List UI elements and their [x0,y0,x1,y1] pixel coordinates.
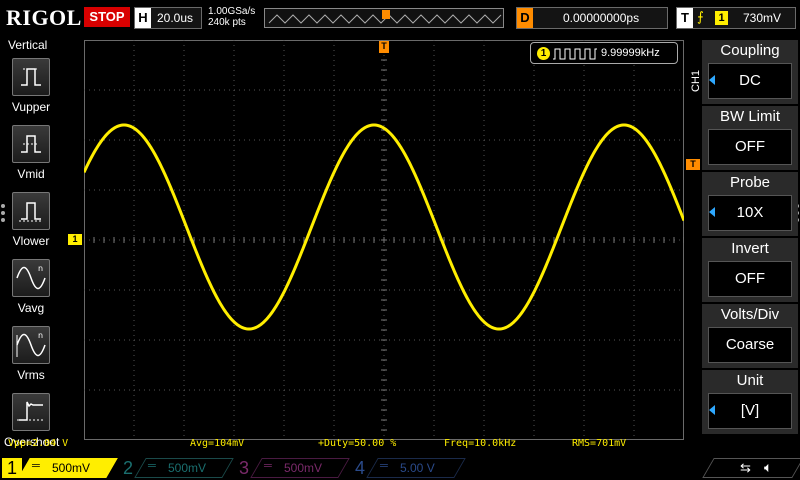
vlower-label: Vlower [12,234,50,248]
horizontal-indicator: H [135,8,151,28]
channel-2-scale: 500mV [168,461,207,475]
measure-vmid-button[interactable]: Vmid [4,123,58,187]
vupper-label: Vupper [11,100,51,114]
channel-1-tab[interactable]: 1 ═ 500mV [2,458,118,478]
unit-title: Unit [736,372,764,389]
channel-4-coupling-icon: ═ [380,460,388,472]
counter-channel-badge: 1 [537,47,550,60]
counter-frequency: 9.99999kHz [601,47,660,59]
ch1-offset-marker[interactable]: 1 [68,234,82,245]
brand-logo: RIGOL [6,5,82,30]
measure-vrms-button[interactable]: n Vrms [4,324,58,388]
probe-title: Probe [729,174,771,191]
vrms-icon: n [12,326,50,364]
coupling-menu-item[interactable]: Coupling DC [702,40,798,104]
memory-position-strip[interactable] [264,8,504,28]
coupling-title: Coupling [720,42,780,59]
trigger-source-badge: 1 [715,11,728,25]
measure-avg: Avg=104mV [190,438,245,449]
usb-icon: ⇆ [740,460,751,475]
square-wave-icon [553,48,597,60]
acquisition-info: 1.00GSa/s 240k pts [208,6,255,28]
vmid-icon [12,125,50,163]
channel-status-bar: 1 ═ 500mV 2 ═ 500mV 3 ═ 500mV 4 ═ 5.00 V… [0,456,800,480]
volts-div-value: Coarse [708,327,792,363]
measure-vavg-button[interactable]: n Vavg [4,257,58,321]
measure-duty: +Duty=50.00 % [318,438,397,449]
sample-rate: 1.00GSa/s [208,6,256,17]
measure-vupper-button[interactable]: Vupper [4,56,58,120]
measure-rms: RMS=701mV [572,438,627,449]
invert-value: OFF [708,261,792,297]
vavg-label: Vavg [17,301,45,315]
channel-tag: CH1 [690,69,702,92]
memory-wave-icon [268,10,502,24]
trigger-position-marker[interactable]: T [379,41,389,53]
bw-limit-title: BW Limit [720,108,780,125]
channel-2-number: 2 [122,458,133,478]
delay-value: 0.00000000ps [563,11,640,25]
trigger-box[interactable]: T ⨍ 1 730mV [676,7,796,29]
unit-value: [V] [708,393,792,429]
channel-1-coupling-icon: ═ [32,460,40,472]
trigger-level-value: 730mV [743,11,782,25]
channel-3-tab[interactable]: 3 ═ 500mV [234,458,350,478]
bw-limit-menu-item[interactable]: BW Limit OFF [702,106,798,170]
trigger-level-marker[interactable]: T [686,159,700,170]
measure-vpp: Vpp=2.04 V [8,438,69,449]
left-menu-title: Vertical [8,38,48,52]
unit-menu-item[interactable]: Unit [V] [702,370,798,434]
timebase-box[interactable]: H 20.0us [134,7,202,29]
channel-4-tab[interactable]: 4 ═ 5.00 V [350,458,466,478]
vlower-icon [12,192,50,230]
bw-limit-value: OFF [708,129,792,165]
probe-value: 10X [708,195,792,231]
channel-1-number: 1 [2,458,22,478]
speaker-muted-icon: 🔈︎ [764,459,773,475]
volts-div-menu-item[interactable]: Volts/Div Coarse [702,304,798,368]
waveform-display[interactable] [84,40,684,440]
system-status-tab [702,458,800,478]
coupling-arrow-icon [709,75,715,85]
unit-arrow-icon [709,405,715,415]
channel-3-coupling-icon: ═ [264,460,272,472]
right-channel-menu: Coupling DC BW Limit OFF Probe 10X Inver… [702,40,800,440]
frequency-counter: 1 9.99999kHz [530,42,678,64]
invert-menu-item[interactable]: Invert OFF [702,238,798,302]
timebase-value: 20.0us [157,11,194,25]
graticule [84,40,684,440]
probe-arrow-icon [709,207,715,217]
trigger-indicator: T [677,8,693,28]
channel-1-scale: 500mV [52,461,91,475]
channel-2-coupling-icon: ═ [148,460,156,472]
svg-text:n: n [38,264,43,273]
run-stop-button[interactable]: STOP [84,7,130,27]
measure-vlower-button[interactable]: Vlower [4,190,58,254]
probe-menu-item[interactable]: Probe 10X [702,172,798,236]
vupper-icon [12,58,50,96]
coupling-value: DC [708,63,792,99]
invert-title: Invert [731,240,769,257]
delay-box[interactable]: D 0.00000000ps [516,7,668,29]
left-page-dots [1,204,5,225]
vavg-icon: n [12,259,50,297]
memory-depth: 240k pts [208,17,246,28]
vrms-label: Vrms [17,368,45,382]
channel-3-scale: 500mV [284,461,323,475]
left-measure-menu: Vertical Vupper Vmid Vlower n Vavg n Vrm… [0,36,60,456]
vmid-label: Vmid [17,167,45,181]
channel-4-number: 4 [354,458,365,478]
top-status-bar: RIGOL STOP H 20.0us 1.00GSa/s 240k pts D… [0,0,800,36]
volts-div-title: Volts/Div [720,306,780,323]
measure-freq: Freq=10.0kHz [444,438,517,449]
channel-3-number: 3 [238,458,249,478]
measurement-bar: Vpp=2.04 V Avg=104mV +Duty=50.00 % Freq=… [0,438,684,452]
rising-edge-icon: ⨍ [697,9,704,24]
overshoot-icon [12,393,50,431]
svg-text:n: n [38,331,43,340]
channel-4-scale: 5.00 V [400,461,435,475]
delay-indicator: D [517,8,533,28]
channel-2-tab[interactable]: 2 ═ 500mV [118,458,234,478]
